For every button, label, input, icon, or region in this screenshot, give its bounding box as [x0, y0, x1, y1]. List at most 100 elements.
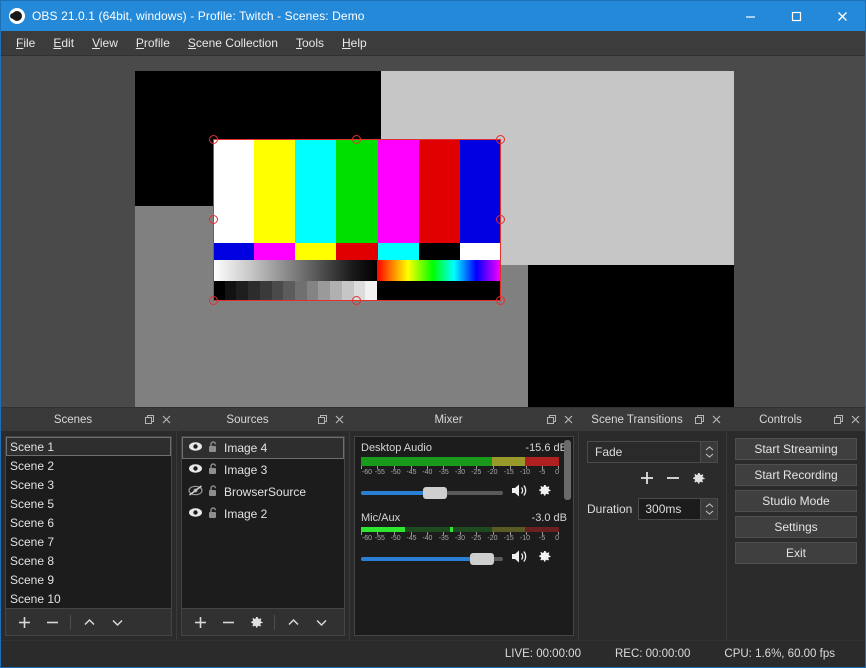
plus-icon[interactable]	[187, 611, 213, 634]
gear-icon[interactable]	[537, 483, 552, 503]
scene-label: Scene 10	[10, 592, 61, 606]
close-icon[interactable]	[819, 1, 865, 31]
duration-input[interactable]: 300ms	[638, 498, 718, 520]
float-window-icon[interactable]	[547, 415, 556, 424]
slider-knob[interactable]	[470, 553, 494, 565]
speaker-icon[interactable]	[511, 483, 529, 503]
close-icon[interactable]	[564, 415, 573, 424]
float-window-icon[interactable]	[145, 415, 154, 424]
menu-item-edit[interactable]: Edit	[44, 32, 83, 54]
resize-handle-middle-right[interactable]	[496, 215, 505, 224]
panel-controls: Controls Start Streaming Start Recording…	[727, 408, 865, 640]
minus-icon[interactable]	[39, 611, 65, 634]
gear-icon[interactable]	[537, 549, 552, 569]
minimize-icon[interactable]	[727, 1, 773, 31]
gear-icon[interactable]	[691, 471, 706, 491]
volume-slider[interactable]	[361, 484, 503, 502]
slider-knob[interactable]	[423, 487, 447, 499]
float-window-icon[interactable]	[318, 415, 327, 424]
list-item[interactable]: Scene 8	[6, 551, 171, 570]
scenes-list[interactable]: Scene 1 Scene 2 Scene 3 Scene 5 Scene 6 …	[5, 436, 172, 609]
eye-visible-icon[interactable]	[188, 463, 203, 477]
resize-handle-top-left[interactable]	[209, 135, 218, 144]
float-window-icon[interactable]	[695, 415, 704, 424]
menu-item-scene-collection[interactable]: Scene Collection	[179, 32, 287, 54]
list-item[interactable]: Image 2	[182, 503, 344, 525]
close-icon[interactable]	[851, 415, 860, 424]
list-item[interactable]: Scene 6	[6, 513, 171, 532]
exit-button[interactable]: Exit	[735, 542, 857, 564]
mixer-scrollbar[interactable]	[564, 440, 571, 500]
chevron-down-icon[interactable]	[308, 611, 334, 634]
selection-bounding-box[interactable]	[213, 139, 501, 301]
list-item[interactable]: Image 4	[182, 437, 344, 459]
volume-slider[interactable]	[361, 550, 503, 568]
lock-open-icon[interactable]	[208, 463, 219, 478]
mixer-channel-mic-aux: Mic/Aux -3.0 dB -60 -55 -50 -45	[361, 512, 567, 569]
close-icon[interactable]	[335, 415, 344, 424]
transition-select[interactable]: Fade	[587, 441, 718, 463]
lock-open-icon[interactable]	[208, 485, 219, 500]
menu-item-help[interactable]: Help	[333, 32, 376, 54]
menu-item-tools[interactable]: Tools	[287, 32, 333, 54]
menu-item-profile[interactable]: Profile	[127, 32, 179, 54]
chevron-up-icon[interactable]	[76, 611, 102, 634]
settings-button[interactable]: Settings	[735, 516, 857, 538]
preview-area[interactable]	[1, 56, 865, 408]
chevron-up-icon[interactable]	[280, 611, 306, 634]
plus-icon[interactable]	[639, 470, 655, 491]
menu-item-view[interactable]: View	[83, 32, 127, 54]
minus-icon[interactable]	[215, 611, 241, 634]
menu-item-file[interactable]: File	[7, 32, 44, 54]
scene-canvas[interactable]	[135, 71, 734, 408]
list-item[interactable]: Image 3	[182, 459, 344, 481]
float-window-icon[interactable]	[834, 415, 843, 424]
eye-visible-icon[interactable]	[188, 441, 203, 455]
list-item[interactable]: Scene 10	[6, 589, 171, 608]
list-item[interactable]: Scene 9	[6, 570, 171, 589]
maximize-icon[interactable]	[773, 1, 819, 31]
resize-handle-bottom-right[interactable]	[496, 296, 505, 305]
transitions-panel-title: Scene Transitions	[579, 414, 695, 426]
lock-open-icon[interactable]	[208, 441, 219, 456]
resize-handle-middle-left[interactable]	[209, 215, 218, 224]
list-item[interactable]: Scene 1	[6, 437, 171, 456]
list-item[interactable]: Scene 5	[6, 494, 171, 513]
spinner-arrows-icon[interactable]	[700, 442, 717, 462]
meter-scale: -60 -55 -50 -45 -40 -35 -30 -25 -20 -15 …	[361, 466, 559, 477]
start-streaming-button[interactable]: Start Streaming	[735, 438, 857, 460]
plus-icon[interactable]	[11, 611, 37, 634]
list-item[interactable]: Scene 2	[6, 456, 171, 475]
resize-handle-top-center[interactable]	[352, 135, 361, 144]
slider-fill	[361, 491, 428, 495]
eye-visible-icon[interactable]	[188, 507, 203, 521]
transition-value: Fade	[595, 445, 622, 459]
studio-mode-button[interactable]: Studio Mode	[735, 490, 857, 512]
resize-handle-top-right[interactable]	[496, 135, 505, 144]
start-recording-button[interactable]: Start Recording	[735, 464, 857, 486]
list-item[interactable]: BrowserSource	[182, 481, 344, 503]
list-item[interactable]: Scene 3	[6, 475, 171, 494]
scene-label: Scene 1	[10, 440, 54, 454]
transition-buttons-row	[587, 470, 706, 491]
resize-handle-bottom-left[interactable]	[209, 296, 218, 305]
minus-icon[interactable]	[665, 470, 681, 491]
list-item[interactable]: Scene 7	[6, 532, 171, 551]
channel-name: Mic/Aux	[361, 512, 400, 524]
lock-open-icon[interactable]	[208, 507, 219, 522]
eye-hidden-icon[interactable]	[188, 485, 203, 499]
close-icon[interactable]	[712, 415, 721, 424]
channel-name: Desktop Audio	[361, 442, 432, 454]
gear-icon[interactable]	[243, 611, 269, 634]
resize-handle-bottom-center[interactable]	[352, 296, 361, 305]
scenes-toolbar	[5, 609, 172, 636]
scene-label: Scene 3	[10, 478, 54, 492]
spinner-arrows-icon[interactable]	[700, 499, 717, 519]
scene-label: Scene 5	[10, 497, 54, 511]
speaker-icon[interactable]	[511, 549, 529, 569]
status-bar: LIVE: 00:00:00 REC: 00:00:00 CPU: 1.6%, …	[1, 640, 865, 667]
close-icon[interactable]	[162, 415, 171, 424]
sources-list[interactable]: Image 4 Image 3	[181, 436, 345, 609]
chevron-down-icon[interactable]	[104, 611, 130, 634]
channel-db: -3.0 dB	[532, 512, 567, 524]
